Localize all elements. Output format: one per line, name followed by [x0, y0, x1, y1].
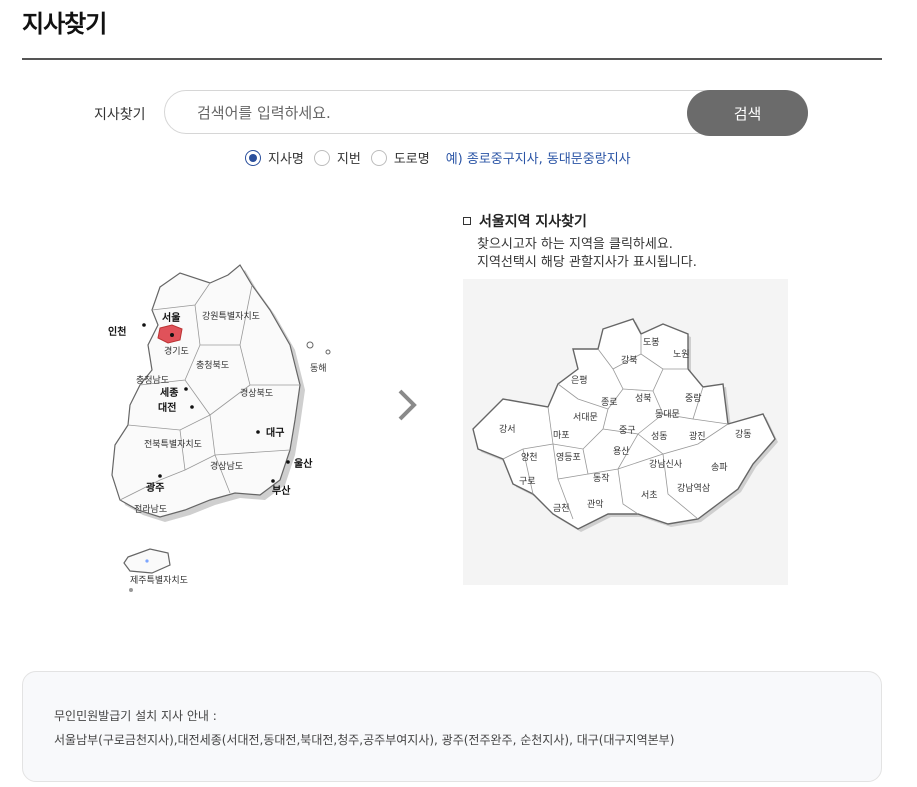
district-eunpyeong[interactable]: 은평 [571, 375, 588, 386]
map-label-gwangju[interactable]: 광주 [146, 482, 164, 494]
radio-label-lot-number: 지번 [336, 152, 361, 167]
district-gangbuk[interactable]: 강북 [621, 355, 638, 366]
map-label-chungnam[interactable]: 충청남도 [136, 375, 169, 386]
radio-branch-name[interactable]: 지사명 [245, 148, 304, 167]
district-mapo[interactable]: 마포 [553, 430, 570, 441]
district-seodaemun[interactable]: 서대문 [573, 412, 598, 423]
radio-road-name[interactable]: 도로명 [370, 148, 430, 167]
map-label-jeju[interactable]: 제주특별자치도 [130, 574, 188, 586]
search-example-text: 예) 종로중구지사, 동대문중랑지사 [445, 152, 631, 167]
district-yangcheon[interactable]: 양천 [521, 452, 538, 463]
district-gangnam-yeoksam[interactable]: 강남역삼 [677, 483, 710, 494]
search-box: 검색 [164, 90, 808, 136]
district-nowon[interactable]: 노원 [673, 349, 690, 360]
map-label-jeonbuk[interactable]: 전북특별자치도 [144, 438, 202, 450]
map-label-daejeon[interactable]: 대전 [158, 401, 176, 414]
radio-checked-icon[interactable] [245, 149, 261, 166]
district-seongdong[interactable]: 성동 [651, 431, 668, 442]
seoul-description: 찾으시고자 하는 지역을 클릭하세요. 지역선택시 해당 관할지사가 표시됩니다… [477, 236, 697, 272]
radio-unchecked-icon[interactable] [370, 149, 387, 166]
chevron-right-icon [398, 389, 417, 421]
map-label-ulsan[interactable]: 울산 [294, 457, 313, 470]
title-divider [22, 58, 882, 60]
district-gangseo[interactable]: 강서 [499, 424, 516, 435]
map-label-daegu[interactable]: 대구 [266, 426, 284, 439]
district-gwangjin[interactable]: 광진 [689, 430, 706, 442]
search-label: 지사찾기 [94, 107, 146, 123]
map-label-jeonnam[interactable]: 전라남도 [134, 504, 167, 515]
seoul-desc-line-1: 찾으시고자 하는 지역을 클릭하세요. [477, 237, 673, 252]
radio-label-branch-name: 지사명 [268, 152, 304, 167]
map-label-busan[interactable]: 부산 [272, 484, 291, 497]
korea-map: 서울 인천 경기도 강원특별자치도 충청북도 충청남도 세종 대전 경상북도 대… [108, 264, 331, 592]
seoul-section-heading: 서울지역 지사찾기 [463, 211, 587, 231]
search-button[interactable]: 검색 [687, 90, 808, 136]
map-label-gyeonggi[interactable]: 경기도 [164, 345, 189, 357]
search-input[interactable] [195, 91, 679, 135]
page-title: 지사찾기 [22, 10, 107, 38]
district-dongdaemun[interactable]: 동대문 [655, 409, 680, 420]
search-type-options: 지사명 지번 도로명 예) 종로중구지사, 동대문중랑지사 [245, 148, 631, 167]
seoul-region [157, 324, 183, 344]
district-jongno[interactable]: 종로 [601, 397, 618, 408]
district-seongbuk[interactable]: 성북 [635, 393, 652, 404]
district-geumcheon[interactable]: 금천 [553, 503, 570, 514]
map-label-gyeongbuk[interactable]: 경상북도 [240, 387, 273, 399]
seoul-map: 도봉 노원 강북 은평 성북 중랑 종로 서대문 동대문 강서 마포 중구 성동… [472, 318, 778, 532]
district-songpa[interactable]: 송파 [711, 462, 728, 473]
seoul-desc-line-2: 지역선택시 해당 관할지사가 표시됩니다. [477, 255, 697, 270]
map-label-incheon[interactable]: 인천 [108, 325, 126, 338]
map-label-chungbuk[interactable]: 충청북도 [196, 360, 229, 371]
district-yeongdeungpo[interactable]: 영등포 [556, 452, 581, 463]
district-gangnam-sinsa[interactable]: 강남신사 [649, 459, 683, 470]
seoul-map-panel: 도봉 노원 강북 은평 성북 중랑 종로 서대문 동대문 강서 마포 중구 성동… [463, 279, 788, 585]
district-dongjak[interactable]: 동작 [593, 473, 610, 484]
map-label-sejong[interactable]: 세종 [160, 386, 178, 399]
map-label-gangwon[interactable]: 강원특별자치도 [202, 310, 260, 322]
district-jungnang[interactable]: 중랑 [685, 392, 702, 404]
district-seocho[interactable]: 서초 [641, 490, 658, 501]
district-gangdong[interactable]: 강동 [735, 429, 752, 440]
notice-text: 서울남부(구로금천지사),대전세종(서대전,동대전,북대전,청주,공주부여지사)… [54, 733, 675, 747]
district-yongsan[interactable]: 용산 [613, 446, 630, 457]
seoul-heading-text: 서울지역 지사찾기 [479, 214, 587, 230]
radio-label-road-name: 도로명 [393, 152, 430, 167]
notice-title: 무인민원발급기 설치 지사 안내 : [54, 709, 217, 723]
district-dobong[interactable]: 도봉 [643, 337, 660, 348]
map-label-donghae: 동해 [310, 363, 327, 374]
radio-unchecked-icon[interactable] [313, 149, 330, 166]
district-gwanak[interactable]: 관악 [587, 498, 604, 510]
square-bullet-icon [463, 217, 471, 225]
map-label-gyeongnam[interactable]: 경상남도 [210, 460, 243, 472]
district-jung[interactable]: 중구 [619, 425, 636, 436]
radio-lot-number[interactable]: 지번 [313, 148, 361, 167]
notice-box: 무인민원발급기 설치 지사 안내 : 서울남부(구로금천지사),대전세종(서대전… [22, 671, 882, 782]
district-guro[interactable]: 구로 [519, 476, 536, 487]
map-label-seoul[interactable]: 서울 [162, 311, 180, 324]
